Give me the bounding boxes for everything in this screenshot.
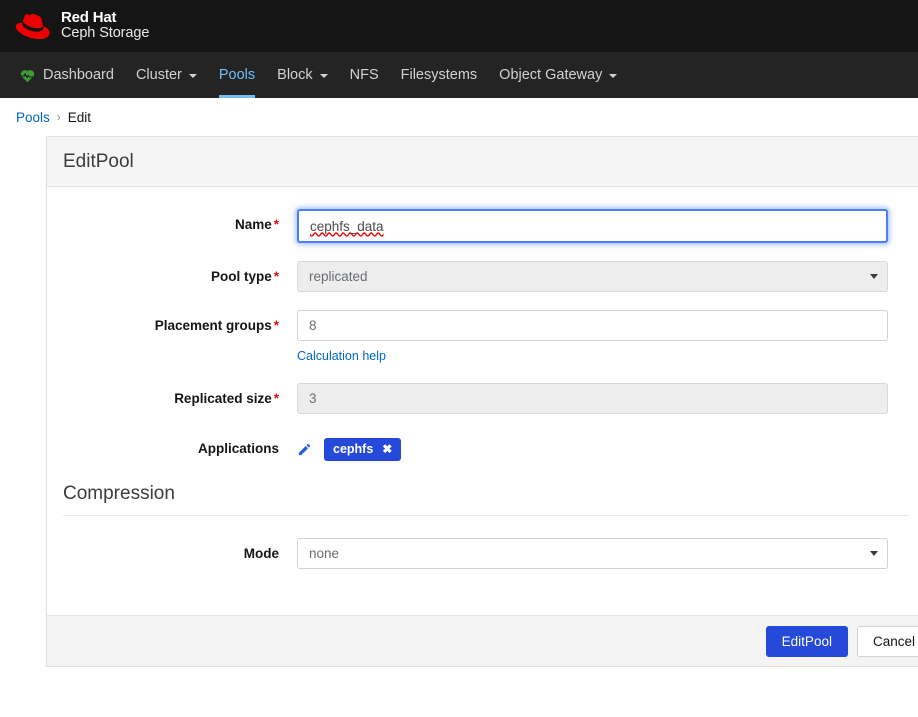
required-marker: *: [273, 318, 279, 333]
label-pool-type: Pool type *: [47, 261, 297, 284]
nav-item-block[interactable]: Block: [266, 52, 338, 98]
form-row-pool-type: Pool type * replicated: [47, 261, 918, 292]
redhat-hat-icon: [14, 13, 52, 39]
chevron-down-icon: [188, 74, 197, 78]
nav-item-filesystems[interactable]: Filesystems: [390, 52, 489, 98]
form-row-placement-groups: Placement groups * 8 Calculation help: [47, 310, 918, 365]
breadcrumb: Pools › Edit: [0, 98, 918, 136]
label-replicated-size-text: Replicated size: [174, 391, 272, 406]
brand-bar: Red Hat Ceph Storage: [0, 0, 918, 52]
form-row-applications: Applications cephfs ✖: [47, 432, 918, 461]
redhat-logo[interactable]: Red Hat Ceph Storage: [14, 9, 150, 42]
placement-groups-value: 8: [309, 318, 317, 333]
application-badge-label: cephfs: [333, 442, 374, 456]
section-divider: [63, 515, 909, 516]
nav-item-pools[interactable]: Pools: [208, 52, 266, 98]
form-row-replicated-size: Replicated size * 3: [47, 383, 918, 414]
label-name-text: Name: [234, 217, 272, 232]
label-compression-mode-text: Mode: [243, 546, 279, 561]
label-placement-groups-text: Placement groups: [154, 318, 272, 333]
application-badge-cephfs[interactable]: cephfs ✖: [324, 438, 402, 461]
form-row-compression-mode: Mode none: [47, 538, 918, 569]
nav-label-dashboard: Dashboard: [43, 67, 114, 83]
label-compression-mode: Mode: [47, 538, 297, 561]
page-content: EditPool Name* cephfs_data Pool type*: [0, 136, 918, 667]
replicated-size-input[interactable]: 3: [297, 383, 888, 414]
chevron-down-icon: [870, 551, 878, 556]
chevron-down-icon: [319, 74, 328, 78]
label-applications-text: Applications: [197, 441, 279, 456]
required-marker: *: [273, 391, 279, 406]
cancel-button[interactable]: Cancel: [856, 625, 918, 657]
form-footer: EditPool Cancel: [46, 615, 918, 667]
breadcrumb-link-pools[interactable]: Pools: [16, 110, 50, 125]
compression-mode-select[interactable]: none: [297, 538, 888, 569]
nav-item-dashboard[interactable]: Dashboard: [8, 52, 125, 98]
nav-label-filesystems: Filesystems: [400, 67, 478, 83]
required-marker: *: [273, 217, 279, 232]
field-name: cephfs_data: [297, 209, 888, 243]
page-title: EditPool: [47, 137, 918, 187]
form-row-name: Name * cephfs_data: [47, 209, 918, 243]
edit-pool-submit-button[interactable]: EditPool: [765, 625, 848, 657]
brand-title-line1: Red Hat: [61, 9, 117, 27]
nav-item-cluster[interactable]: Cluster: [125, 52, 208, 98]
close-icon[interactable]: ✖: [382, 443, 392, 455]
name-input[interactable]: cephfs_data: [297, 209, 888, 243]
breadcrumb-separator-icon: ›: [56, 110, 61, 124]
nav-label-pools: Pools: [218, 67, 256, 83]
heartbeat-icon: [19, 67, 38, 84]
nav-label-object-gateway: Object Gateway: [499, 67, 603, 83]
main-navigation: Dashboard Cluster Pools Block NFS Filesy…: [0, 52, 918, 98]
label-replicated-size: Replicated size *: [47, 383, 297, 406]
label-pool-type-text: Pool type: [210, 269, 272, 284]
replicated-size-value: 3: [309, 391, 317, 406]
field-applications: cephfs ✖: [297, 432, 888, 461]
required-marker: *: [273, 269, 279, 284]
field-replicated-size: 3: [297, 383, 888, 414]
nav-item-nfs[interactable]: NFS: [339, 52, 390, 98]
pool-type-value: replicated: [309, 269, 368, 284]
name-input-value: cephfs_data: [310, 218, 384, 234]
calculation-help-link[interactable]: Calculation help: [297, 349, 386, 363]
edit-pool-card: EditPool Name* cephfs_data Pool type*: [46, 136, 918, 615]
chevron-down-icon: [609, 74, 618, 78]
placement-groups-input[interactable]: 8: [297, 310, 888, 341]
chevron-down-icon: [870, 274, 878, 279]
pencil-icon[interactable]: [297, 442, 312, 457]
edit-pool-form: Name * cephfs_data Pool type * replicated: [47, 187, 918, 615]
compression-mode-value: none: [309, 546, 340, 561]
nav-label-block: Block: [277, 67, 313, 83]
field-placement-groups: 8 Calculation help: [297, 310, 888, 365]
nav-label-cluster: Cluster: [135, 67, 182, 83]
label-applications: Applications: [47, 432, 297, 456]
label-placement-groups: Placement groups *: [47, 310, 297, 333]
breadcrumb-current-edit: Edit: [67, 109, 92, 125]
field-compression-mode: none: [297, 538, 888, 569]
nav-label-nfs: NFS: [349, 67, 379, 83]
section-title-compression: Compression: [63, 483, 175, 504]
nav-item-object-gateway[interactable]: Object Gateway: [488, 52, 628, 98]
brand-title-line2: Ceph Storage: [61, 25, 150, 42]
label-name: Name *: [47, 209, 297, 232]
field-pool-type: replicated: [297, 261, 888, 292]
pool-type-select[interactable]: replicated: [297, 261, 888, 292]
